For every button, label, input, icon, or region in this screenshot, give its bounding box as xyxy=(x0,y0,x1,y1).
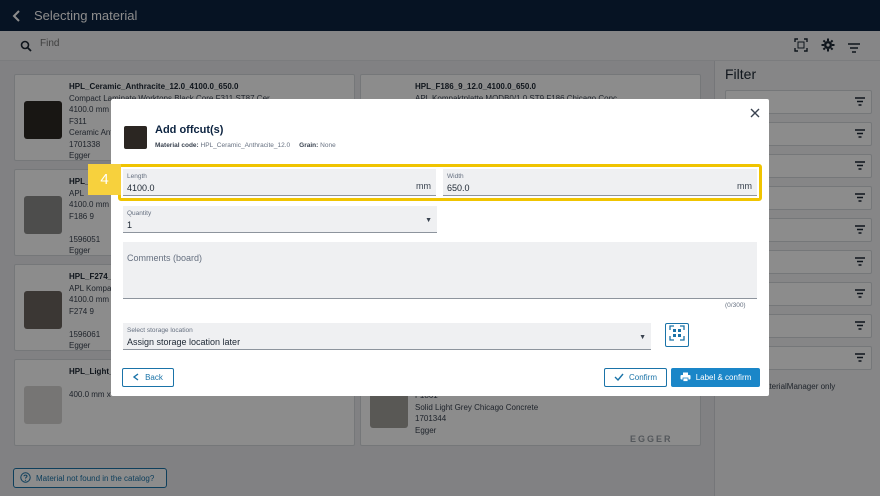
add-offcut-dialog: Add offcut(s) Material code: HPL_Ceramic… xyxy=(88,99,769,396)
step-badge: 4 xyxy=(88,164,121,195)
storage-location-select[interactable]: Select storage location Assign storage l… xyxy=(123,323,651,350)
printer-icon xyxy=(680,372,691,384)
length-field[interactable]: Length 4100.0 mm xyxy=(123,169,436,196)
width-label: Width xyxy=(447,173,464,180)
label-and-confirm-label: Label & confirm xyxy=(695,373,752,382)
back-button-label: Back xyxy=(145,373,163,382)
confirm-button[interactable]: Confirm xyxy=(604,368,667,387)
material-thumbnail xyxy=(124,126,147,149)
quantity-value: 1 xyxy=(127,220,133,230)
length-value: 4100.0 xyxy=(127,183,155,193)
scan-storage-button[interactable] xyxy=(665,323,689,347)
dialog-title: Add offcut(s) xyxy=(155,124,224,136)
grain-value: None xyxy=(320,142,336,149)
storage-label: Select storage location xyxy=(127,327,193,334)
back-button[interactable]: Back xyxy=(122,368,174,387)
quantity-select[interactable]: Quantity 1 ▼ xyxy=(123,206,437,233)
width-unit: mm xyxy=(737,181,752,191)
comments-counter: (0/300) xyxy=(725,302,746,309)
width-value: 650.0 xyxy=(447,183,470,193)
grain-label: Grain: xyxy=(299,142,319,149)
chevron-down-icon: ▼ xyxy=(639,334,646,341)
close-icon[interactable] xyxy=(748,106,762,120)
comments-textarea[interactable]: Comments (board) xyxy=(123,242,757,299)
length-unit: mm xyxy=(416,181,431,191)
check-icon xyxy=(614,373,624,383)
comments-placeholder: Comments (board) xyxy=(127,253,203,263)
chevron-down-icon: ▼ xyxy=(425,217,432,224)
material-code: HPL_Ceramic_Anthracite_12.0 xyxy=(200,142,291,149)
material-info: Material code: HPL_Ceramic_Anthracite_12… xyxy=(155,142,336,149)
length-label: Length xyxy=(127,173,147,180)
width-field[interactable]: Width 650.0 mm xyxy=(443,169,757,196)
confirm-button-label: Confirm xyxy=(628,373,657,382)
qr-scan-icon xyxy=(669,324,685,346)
quantity-label: Quantity xyxy=(127,210,152,217)
storage-value: Assign storage location later xyxy=(127,337,241,347)
chevron-left-icon xyxy=(132,372,139,383)
label-and-confirm-button[interactable]: Label & confirm xyxy=(671,368,760,387)
material-code-label: Material code: xyxy=(155,142,199,149)
